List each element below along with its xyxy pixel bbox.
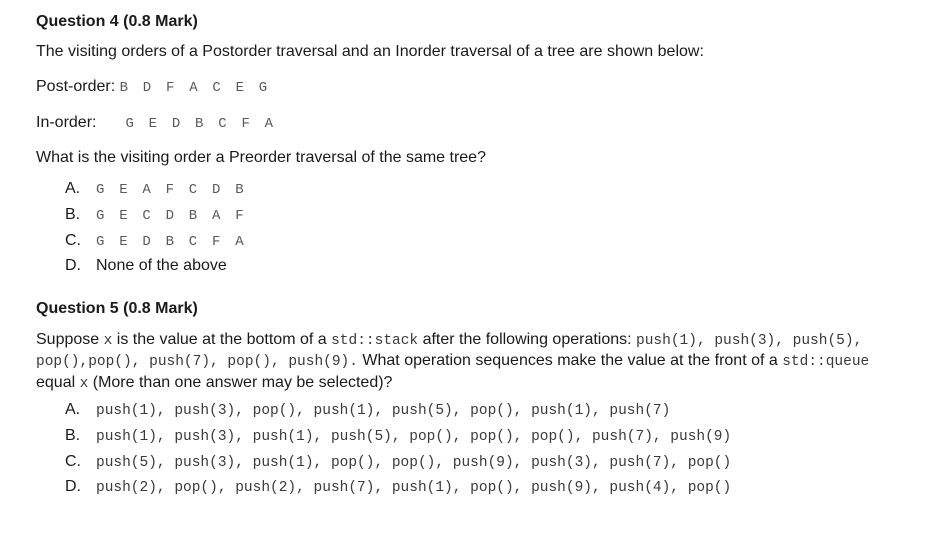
q5-option-a[interactable]: A. push(1), push(3), pop(), push(1), push… [65,401,670,419]
option-text: push(2), pop(), push(2), push(7), push(1… [96,480,732,496]
option-text: G E C D B A F [96,208,247,224]
option-letter: C. [65,232,81,249]
option-letter: B. [65,427,81,444]
option-text: G E A F C D B [96,182,247,198]
q5-text: (More than one answer may be selected)? [88,374,393,391]
question-5-line-2: pop(),pop(), push(7), pop(), push(9). Wh… [36,352,869,370]
question-5-title: Question 5 (0.8 Mark) [36,300,198,317]
option-letter: D. [65,478,81,495]
question-5-line-1: Suppose x is the value at the bottom of … [36,331,862,349]
question-4-intro: The visiting orders of a Postorder trave… [36,43,704,60]
option-text: None of the above [96,257,227,274]
option-letter: A. [65,401,81,418]
q5-text: is the value at the bottom of a [112,331,332,348]
option-text: push(5), push(3), push(1), pop(), pop(),… [96,455,732,471]
q4-option-c[interactable]: C. G E D B C F A [65,232,247,250]
q5-ops-1: push(1), push(3), push(5), [636,333,863,349]
q5-stack: std::stack [331,333,419,349]
option-text: G E D B C F A [96,234,247,250]
q5-queue: std::queue [782,354,870,370]
q5-ops-2: pop(),pop(), push(7), pop(), push(9). [36,354,358,370]
q5-text: after the following operations: [418,331,637,348]
inorder-label: In-order: [36,114,97,131]
q4-option-a[interactable]: A. G E A F C D B [65,180,247,198]
q5-var-x: x [79,376,89,392]
q5-text: What operation sequences make the value … [357,352,783,369]
option-letter: D. [65,257,81,274]
question-4-prompt: What is the visiting order a Preorder tr… [36,149,486,166]
q5-text: Suppose [36,331,104,348]
q5-option-d[interactable]: D. push(2), pop(), push(2), push(7), push… [65,478,731,496]
inorder-value: G E D B C F A [125,116,277,132]
option-letter: A. [65,180,81,197]
postorder-label: Post-order: [36,78,116,95]
q4-option-b[interactable]: B. G E C D B A F [65,206,247,224]
question-5-line-3: equal x (More than one answer may be sel… [36,374,392,392]
postorder-line: Post-order: B D F A C E G [36,78,270,96]
option-letter: C. [65,453,81,470]
option-letter: B. [65,206,81,223]
option-text: push(1), push(3), pop(), push(1), push(5… [96,403,671,419]
q5-var-x: x [103,333,113,349]
inorder-line: In-order: G E D B C F A [36,114,276,132]
q5-option-b[interactable]: B. push(1), push(3), push(1), push(5), po… [65,427,731,445]
question-4-title: Question 4 (0.8 Mark) [36,13,198,30]
q5-text: equal [36,374,80,391]
postorder-value: B D F A C E G [119,80,271,96]
q4-option-d[interactable]: D. None of the above [65,257,227,275]
q5-option-c[interactable]: C. push(5), push(3), push(1), pop(), pop(… [65,453,731,471]
option-text: push(1), push(3), push(1), push(5), pop(… [96,429,732,445]
